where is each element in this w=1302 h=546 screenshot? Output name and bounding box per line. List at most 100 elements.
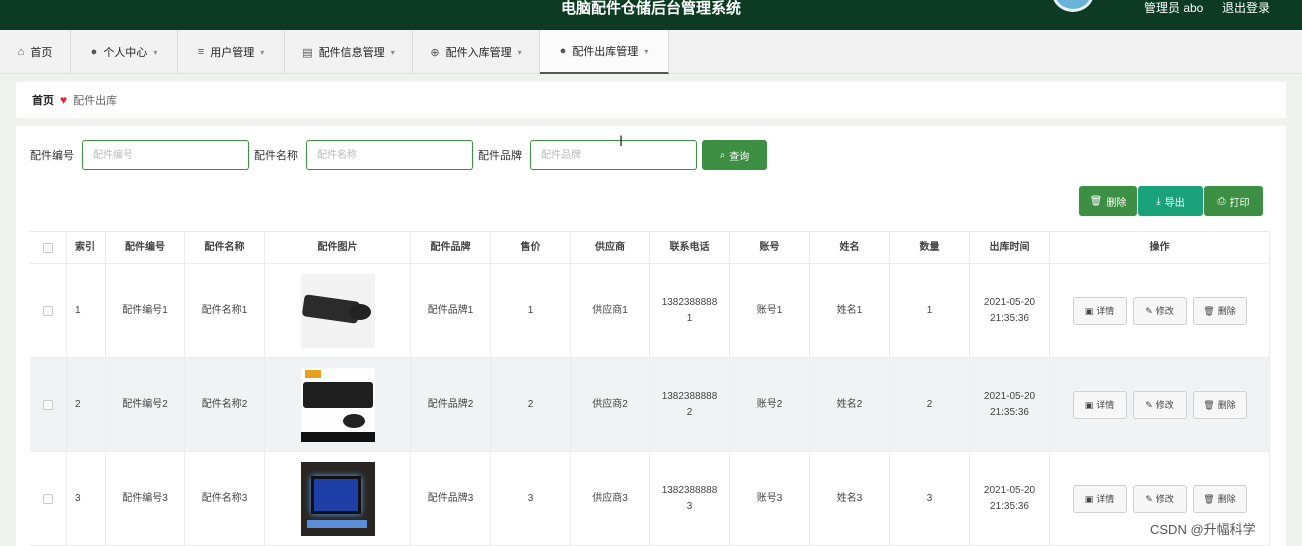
phone-line: 1382388888	[661, 390, 718, 402]
current-user: 管理员 abo	[1144, 1, 1204, 15]
cell-outbound-time: 2021-05-20 21:35:36	[970, 264, 1050, 357]
row-actions: ▣ 详情 ✎ 修改 🗑 删除	[1072, 390, 1247, 419]
nav-item-label: 首页	[30, 47, 53, 59]
keyboard-shape	[302, 381, 373, 408]
print-button[interactable]: ⎙ 打印	[1204, 186, 1263, 216]
nav-item-home[interactable]: ⌂ 首页	[0, 30, 71, 74]
edit-button[interactable]: ✎ 修改	[1132, 390, 1187, 419]
trash-icon: 🗑	[1203, 305, 1215, 316]
date-text: 2021-05-20	[983, 296, 1036, 308]
delete-button[interactable]: 🗑 删除	[1192, 390, 1247, 419]
part-image[interactable]	[300, 461, 375, 536]
breadcrumb-home[interactable]: 首页	[32, 92, 54, 108]
row-actions: ▣ 详情 ✎ 修改 🗑 删除	[1072, 296, 1247, 325]
row-checkbox[interactable]	[43, 493, 53, 504]
cell-person: 姓名3	[810, 452, 890, 545]
search-brand-input[interactable]	[530, 140, 697, 170]
nav-item-label: 配件出库管理	[572, 46, 639, 58]
edit-button[interactable]: ✎ 修改	[1132, 484, 1187, 513]
cell-code: 配件编号2	[106, 358, 185, 451]
query-button[interactable]: ⌕ 查询	[702, 140, 767, 170]
detail-label: 详情	[1096, 399, 1115, 410]
column-header: 配件品牌	[411, 232, 491, 263]
breadcrumb-current: 配件出库	[73, 95, 118, 107]
phone-line: 3	[686, 500, 693, 512]
column-header: 配件图片	[265, 232, 411, 263]
edit-label: 修改	[1155, 493, 1174, 504]
column-header: 数量	[890, 232, 970, 263]
detail-button[interactable]: ▣ 详情	[1072, 390, 1127, 419]
export-button[interactable]: ⤓ 导出	[1138, 186, 1203, 216]
column-header: 售价	[491, 232, 571, 263]
detail-button[interactable]: ▣ 详情	[1072, 296, 1127, 325]
user-icon: ●	[90, 46, 98, 58]
row-actions: ▣ 详情 ✎ 修改 🗑 删除	[1072, 484, 1247, 513]
nav-item-label: 个人中心	[103, 47, 148, 59]
pencil-icon: ✎	[1145, 493, 1153, 504]
edit-button[interactable]: ✎ 修改	[1132, 296, 1187, 325]
date-text: 2021-05-20	[983, 484, 1036, 496]
delete-label: 删除	[1217, 305, 1236, 316]
nav-item-profile[interactable]: ● 个人中心 ▾	[71, 30, 178, 74]
cell-name: 配件名称3	[185, 452, 265, 545]
cell-supplier: 供应商1	[571, 264, 650, 357]
cell-ops: ▣ 详情 ✎ 修改 🗑 删除	[1050, 358, 1270, 451]
cell-name: 配件名称2	[185, 358, 265, 451]
chevron-down-icon: ▾	[153, 47, 158, 57]
search-code-label: 配件编号	[30, 150, 74, 162]
nav-item-inbound[interactable]: ⊕ 配件入库管理 ▾	[413, 30, 540, 74]
table-header: 索引 配件编号 配件名称 配件图片 配件品牌 售价 供应商 联系电话 账号 姓名…	[30, 232, 1270, 264]
nav-item-users[interactable]: ≡ 用户管理 ▾	[178, 30, 285, 74]
doc-icon: ▣	[1084, 305, 1094, 316]
row-select-cell	[30, 264, 67, 357]
cell-brand: 配件品牌2	[411, 358, 491, 451]
part-image[interactable]	[300, 273, 375, 348]
batch-delete-button[interactable]: 🗑 删除	[1079, 186, 1137, 216]
search-code-input[interactable]	[82, 140, 249, 170]
brand-logo-shape	[304, 369, 321, 378]
column-header: 供应商	[571, 232, 650, 263]
row-checkbox[interactable]	[43, 305, 53, 316]
part-image[interactable]	[300, 367, 375, 442]
batch-delete-label: 删除	[1106, 197, 1127, 209]
cell-phone: 1382388888 3	[650, 452, 730, 545]
main-panel: 配件编号 配件名称 配件品牌 ⌕ 查询 🗑 删除 ⤓ 导出 ⎙ 打印 索引 配件…	[16, 126, 1286, 546]
time-text: 21:35:36	[990, 406, 1029, 418]
cell-brand: 配件品牌3	[411, 452, 491, 545]
top-header: 电脑配件仓储后台管理系统 管理员 abo 退出登录	[0, 0, 1302, 30]
table-row: 3 配件编号3 配件名称3 配件品牌3 3 供应商3 1382388888 3 …	[30, 452, 1270, 546]
delete-button[interactable]: 🗑 删除	[1192, 484, 1247, 513]
search-name-label: 配件名称	[254, 150, 298, 162]
print-label: 打印	[1229, 197, 1250, 209]
nav-item-parts-info[interactable]: ▤ 配件信息管理 ▾	[285, 30, 413, 74]
cell-person: 姓名1	[810, 264, 890, 357]
chevron-down-icon: ▾	[390, 47, 395, 57]
logout-link[interactable]: 退出登录	[1222, 0, 1270, 16]
monitor-shape	[310, 475, 361, 514]
watermark: CSDN @升幅科学	[1150, 522, 1256, 537]
cell-phone: 1382388888 2	[650, 358, 730, 451]
column-header: 索引	[67, 232, 106, 263]
nav-item-label: 配件入库管理	[445, 47, 512, 59]
cell-account: 账号3	[730, 452, 810, 545]
phone-line: 2	[686, 406, 693, 418]
cell-image	[265, 452, 411, 545]
table-row: 2 配件编号2 配件名称2 配件品牌2 2 供应商2 1382388888 2 …	[30, 358, 1270, 452]
cell-outbound-time: 2021-05-20 21:35:36	[970, 452, 1050, 545]
select-all-checkbox[interactable]	[43, 242, 53, 253]
heart-icon: ♥	[60, 93, 68, 107]
box-icon: ▤	[302, 46, 313, 59]
column-header: 账号	[730, 232, 810, 263]
column-header: 联系电话	[650, 232, 730, 263]
cell-qty: 3	[890, 452, 970, 545]
cell-phone: 1382388888 1	[650, 264, 730, 357]
detail-button[interactable]: ▣ 详情	[1072, 484, 1127, 513]
detail-label: 详情	[1096, 493, 1115, 504]
search-name-input[interactable]	[306, 140, 473, 170]
cell-supplier: 供应商3	[571, 452, 650, 545]
delete-button[interactable]: 🗑 删除	[1192, 296, 1247, 325]
nav-item-outbound[interactable]: ● 配件出库管理 ▾	[540, 30, 669, 74]
cell-index: 1	[67, 264, 106, 357]
row-checkbox[interactable]	[43, 399, 53, 410]
phone-line: 1	[686, 312, 693, 324]
